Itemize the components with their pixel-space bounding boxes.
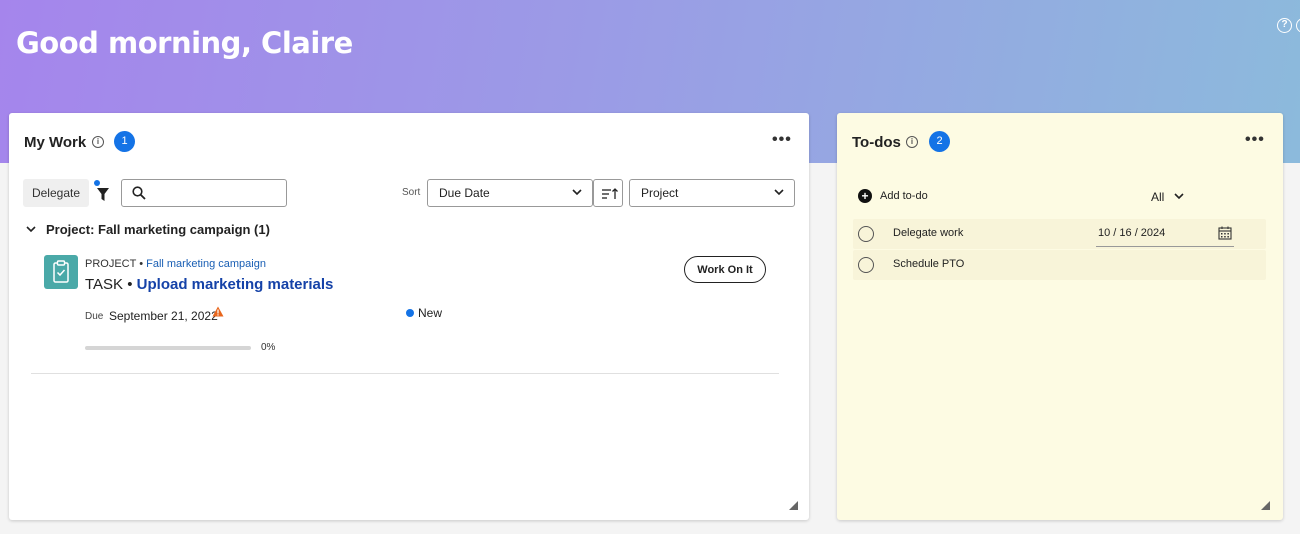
info-icon[interactable]: i [92, 136, 104, 148]
task-title-line: TASK • Upload marketing materials [85, 276, 333, 293]
add-icon[interactable]: + [858, 189, 872, 203]
todo-complete-radio[interactable] [858, 257, 874, 273]
sort-order-icon [602, 188, 618, 199]
todo-item[interactable]: Schedule PTO [853, 250, 1266, 280]
delegate-button[interactable]: Delegate [23, 179, 89, 207]
my-work-title: My Work [24, 134, 87, 151]
progress-bar [85, 346, 251, 350]
account-icon[interactable] [1296, 18, 1300, 33]
search-field[interactable] [121, 179, 287, 207]
chevron-down-icon [572, 189, 582, 196]
resize-handle-icon[interactable] [789, 501, 798, 510]
collapse-chevron-icon[interactable] [26, 226, 36, 233]
todo-item[interactable]: Delegate work 10 / 16 / 2024 [853, 219, 1266, 249]
chevron-down-icon[interactable] [1174, 193, 1184, 200]
todo-date-value: 10 / 16 / 2024 [1098, 227, 1166, 239]
sort-label: Sort [402, 187, 421, 198]
todo-date-field[interactable]: 10 / 16 / 2024 [1096, 223, 1234, 247]
task-link[interactable]: Upload marketing materials [137, 276, 334, 293]
todo-complete-radio[interactable] [858, 226, 874, 242]
search-input[interactable] [152, 184, 282, 202]
progress-percent: 0% [261, 342, 276, 353]
status-dot [406, 309, 414, 317]
todos-title: To-dos [852, 134, 901, 151]
todo-label[interactable]: Schedule PTO [893, 258, 964, 270]
due-label: Due [85, 311, 104, 322]
sort-dropdown[interactable]: Due Date [427, 179, 593, 207]
sort-value: Due Date [439, 186, 490, 200]
todo-filter-dropdown[interactable]: All [1151, 190, 1164, 204]
status-badge: New [418, 306, 443, 320]
resize-handle-icon[interactable] [1261, 501, 1270, 510]
info-icon[interactable]: i [906, 136, 918, 148]
greeting-title: Good morning, Claire [16, 26, 353, 60]
my-work-card: My Work i 1 ••• Delegate Sort Due Date P… [9, 113, 809, 520]
due-date: September 21, 2022 [109, 309, 218, 323]
help-icon[interactable]: ? [1277, 18, 1292, 33]
warning-icon [212, 306, 224, 317]
task-project-line: PROJECT • Fall marketing campaign [85, 258, 266, 270]
todo-label[interactable]: Delegate work [893, 227, 963, 239]
sort-order-button[interactable] [593, 179, 623, 207]
my-work-count-badge: 1 [114, 131, 135, 152]
filter-icon[interactable] [95, 181, 111, 203]
add-todo-button[interactable]: Add to-do [880, 190, 928, 202]
project-prefix: PROJECT • [85, 258, 147, 270]
group-by-dropdown[interactable]: Project [629, 179, 795, 207]
task-type-prefix: TASK • [85, 276, 137, 293]
project-group-header[interactable]: Project: Fall marketing campaign (1) [46, 222, 270, 237]
chevron-down-icon [774, 189, 784, 196]
calendar-icon[interactable] [1218, 226, 1232, 240]
project-link[interactable]: Fall marketing campaign [146, 258, 266, 270]
search-icon [132, 186, 146, 200]
divider [31, 373, 779, 374]
todos-card: To-dos i 2 ••• + Add to-do All Delegate … [837, 113, 1283, 520]
todos-count-badge: 2 [929, 131, 950, 152]
more-options-icon[interactable]: ••• [1245, 131, 1265, 149]
group-by-value: Project [641, 186, 679, 200]
task-clipboard-icon [44, 255, 78, 289]
work-on-it-button[interactable]: Work On It [684, 256, 766, 283]
more-options-icon[interactable]: ••• [772, 131, 792, 149]
